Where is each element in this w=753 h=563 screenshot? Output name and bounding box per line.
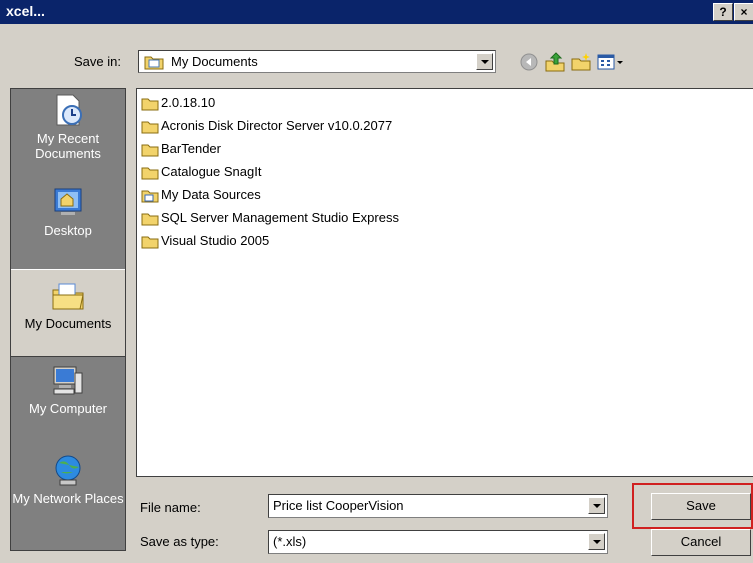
folder-icon xyxy=(141,144,159,157)
title-bar: xcel... ? × xyxy=(0,0,753,24)
file-list[interactable]: 2.0.18.10 Acronis Disk Director Server v… xyxy=(136,88,753,477)
file-name: BarTender xyxy=(161,141,221,156)
list-item[interactable]: SQL Server Management Studio Express xyxy=(141,207,399,228)
file-name: Acronis Disk Director Server v10.0.2077 xyxy=(161,118,393,133)
recent-documents-icon xyxy=(56,94,82,126)
file-name: Catalogue SnagIt xyxy=(161,164,262,179)
save-in-dropdown-button[interactable] xyxy=(476,53,493,70)
my-documents-icon xyxy=(52,283,84,310)
list-item[interactable]: Acronis Disk Director Server v10.0.2077 xyxy=(141,115,392,136)
my-computer-icon xyxy=(53,366,83,395)
save-in-value: My Documents xyxy=(171,54,258,69)
network-places-icon xyxy=(55,455,81,486)
file-name-dropdown-button[interactable] xyxy=(588,497,605,514)
folder-icon xyxy=(141,98,159,111)
place-label: Desktop xyxy=(44,223,92,238)
folder-icon xyxy=(141,213,159,226)
up-folder-icon[interactable] xyxy=(544,51,566,73)
place-desktop[interactable]: Desktop xyxy=(11,185,125,265)
file-name-input[interactable]: Price list CooperVision xyxy=(268,494,608,518)
new-folder-icon[interactable] xyxy=(570,51,592,73)
save-in-dropdown[interactable]: My Documents xyxy=(138,50,496,73)
folder-icon xyxy=(141,121,159,134)
file-name-label: File name: xyxy=(140,500,201,515)
cancel-button[interactable]: Cancel xyxy=(651,529,751,556)
place-label: My Documents xyxy=(24,316,112,331)
desktop-icon xyxy=(54,188,82,215)
views-menu-icon[interactable] xyxy=(596,51,626,73)
place-label: My Recent Documents xyxy=(35,131,101,161)
file-name: Visual Studio 2005 xyxy=(161,233,270,248)
close-button[interactable]: × xyxy=(734,3,753,21)
place-label: My Computer xyxy=(28,401,108,416)
list-item[interactable]: BarTender xyxy=(141,138,221,159)
save-as-type-value: (*.xls) xyxy=(273,534,307,549)
file-name: My Data Sources xyxy=(161,187,261,202)
save-as-type-dropdown[interactable]: (*.xls) xyxy=(268,530,608,554)
my-documents-small-icon xyxy=(144,56,164,70)
window-title: xcel... xyxy=(6,3,45,19)
place-my-documents[interactable]: My Documents xyxy=(11,269,125,357)
list-item[interactable]: My Data Sources xyxy=(141,184,261,205)
file-name: 2.0.18.10 xyxy=(161,95,216,110)
back-icon[interactable] xyxy=(518,51,540,73)
place-my-recent-documents[interactable]: My Recent Documents xyxy=(11,93,125,181)
place-label: My Network Places xyxy=(12,491,124,506)
save-as-type-dropdown-button[interactable] xyxy=(588,533,605,550)
list-item[interactable]: Catalogue SnagIt xyxy=(141,161,261,182)
place-my-computer[interactable]: My Computer xyxy=(11,363,125,449)
data-sources-folder-icon xyxy=(141,190,159,203)
folder-icon xyxy=(141,236,159,249)
help-button[interactable]: ? xyxy=(713,3,733,21)
place-my-network-places[interactable]: My Network Places xyxy=(11,453,125,543)
list-item[interactable]: Visual Studio 2005 xyxy=(141,230,269,251)
save-button[interactable]: Save xyxy=(651,493,751,520)
file-name: SQL Server Management Studio Express xyxy=(161,210,399,225)
folder-icon xyxy=(141,167,159,180)
list-item[interactable]: 2.0.18.10 xyxy=(141,92,215,113)
places-bar: My Recent Documents Desktop My Documents… xyxy=(10,88,126,551)
save-as-type-label: Save as type: xyxy=(140,534,219,549)
save-in-label: Save in: xyxy=(74,54,121,69)
file-name-value: Price list CooperVision xyxy=(273,498,404,513)
